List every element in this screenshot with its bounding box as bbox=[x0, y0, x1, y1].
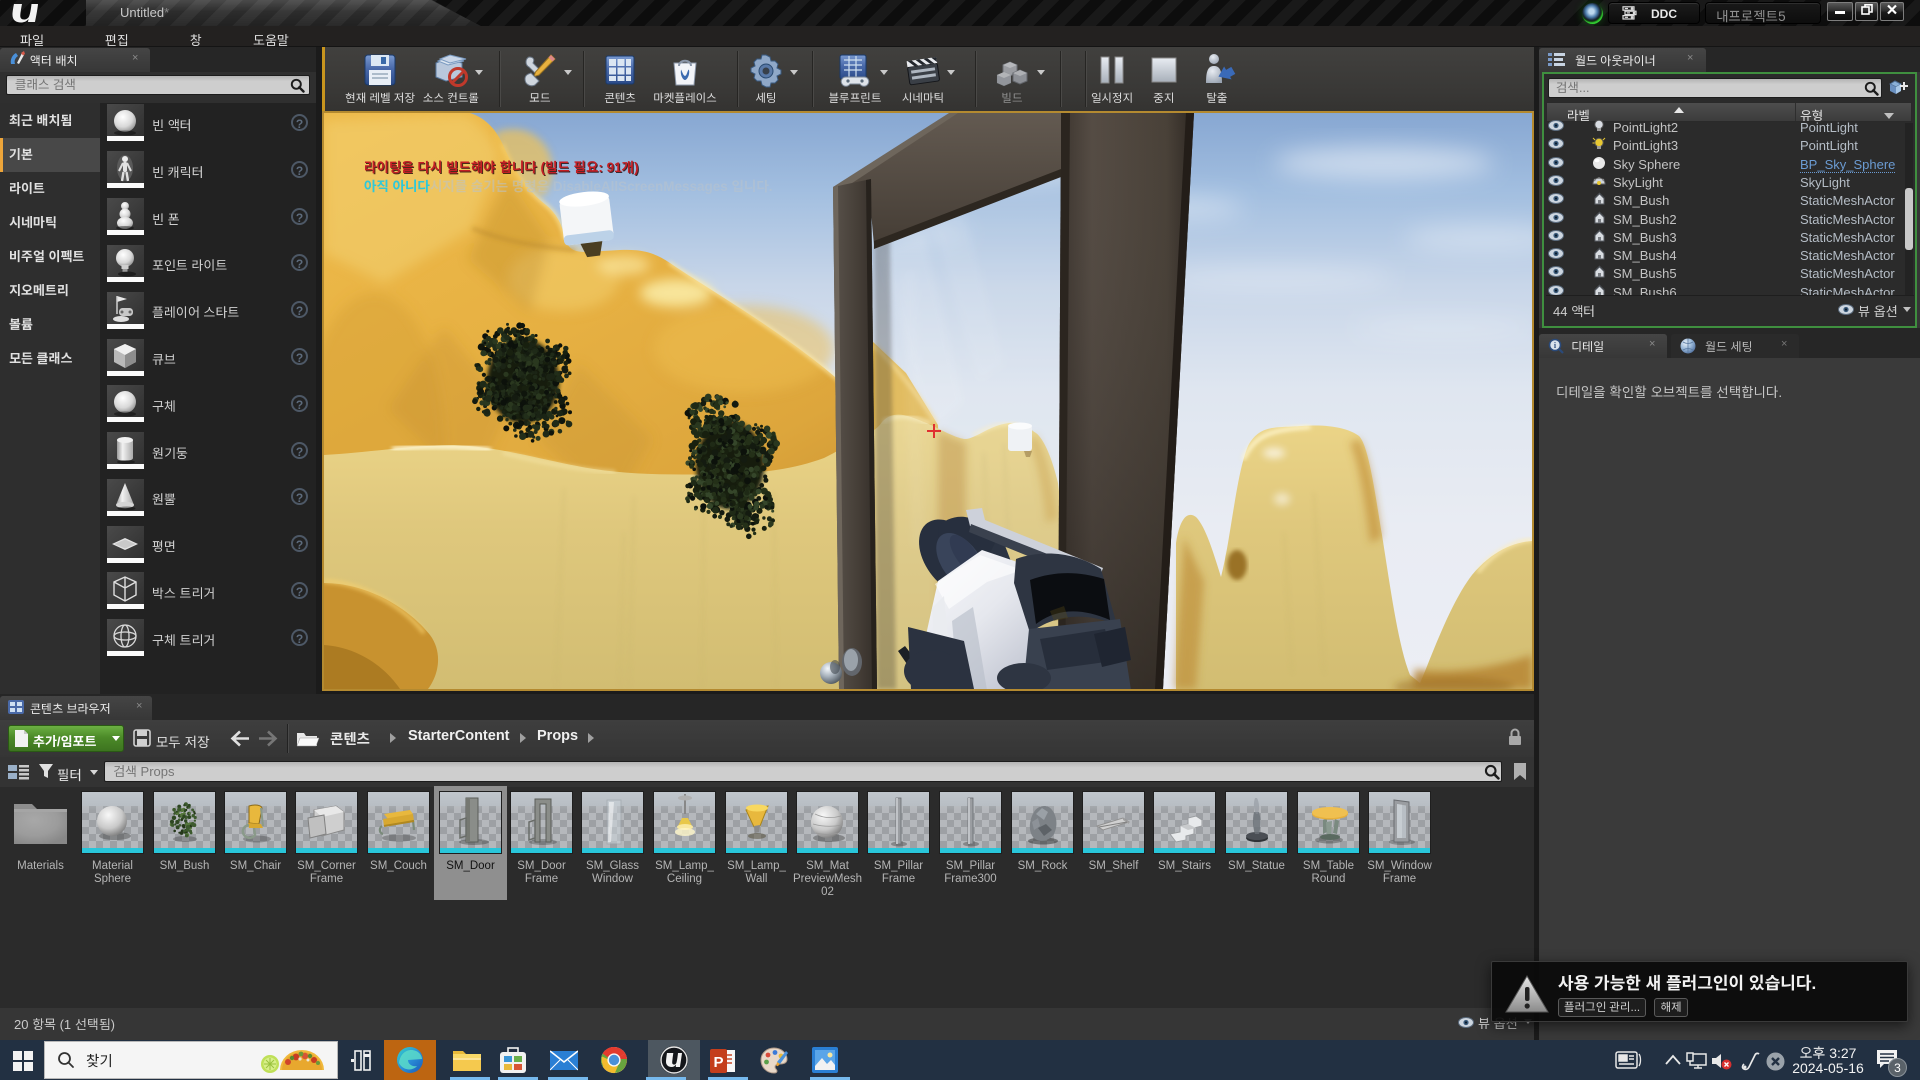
svg-text:P: P bbox=[713, 1054, 723, 1071]
svg-text:라이팅을 다시 빌드해야 합니다 (빌드 필요: 91개): 라이팅을 다시 빌드해야 합니다 (빌드 필요: 91개) bbox=[364, 160, 639, 175]
svg-text:아직 아니다시지를 숨기는 명령은 DisableAllSc: 아직 아니다시지를 숨기는 명령은 DisableAllScreenMessag… bbox=[364, 179, 773, 194]
